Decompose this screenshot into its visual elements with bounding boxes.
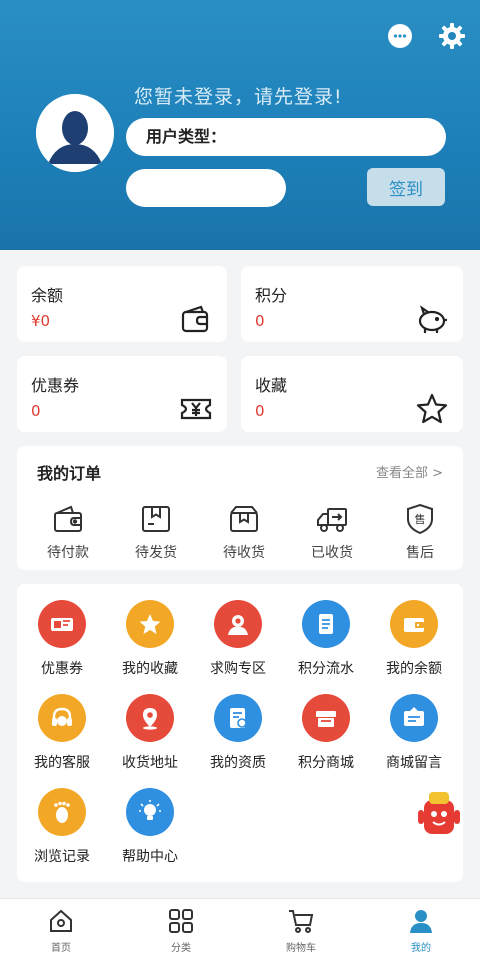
order-pending-shipment-label: 待发货 <box>135 545 177 561</box>
service-label: 商城留言 <box>386 755 442 771</box>
favorites-value: 0 <box>255 402 265 420</box>
service-label: 积分商城 <box>298 755 354 771</box>
points-card[interactable]: 积分 0 <box>241 266 463 342</box>
grid-icon <box>167 907 195 935</box>
service-my-balance[interactable]: 我的余额 <box>374 600 454 678</box>
coupon-icon <box>38 600 86 648</box>
ticket-icon <box>179 392 213 426</box>
wallet-icon <box>51 502 85 536</box>
avatar[interactable] <box>36 94 114 172</box>
truck-icon <box>315 502 349 536</box>
tab-cart[interactable]: 购物车 <box>261 907 341 954</box>
bulb-icon <box>126 788 174 836</box>
tab-label: 首页 <box>51 943 71 954</box>
order-after-sales[interactable]: 售 售后 <box>385 502 455 562</box>
balance-title: 余额 <box>31 286 64 305</box>
service-label: 我的余额 <box>386 661 442 677</box>
tab-home[interactable]: 首页 <box>21 907 101 954</box>
service-label: 帮助中心 <box>122 849 178 865</box>
service-qualifications[interactable]: 我的资质 <box>198 694 278 772</box>
open-box-icon <box>227 502 261 536</box>
tab-categories[interactable]: 分类 <box>141 907 221 954</box>
service-label: 我的资质 <box>210 755 266 771</box>
person-icon <box>214 600 262 648</box>
floating-mascot-icon[interactable] <box>416 788 462 840</box>
headset-icon <box>38 694 86 742</box>
service-label: 收货地址 <box>122 755 178 771</box>
wallet-icon <box>179 302 213 336</box>
coupon-value: 0 <box>31 402 41 420</box>
view-all-orders-link[interactable]: 查看全部 > <box>376 462 443 481</box>
service-label: 求购专区 <box>210 661 266 677</box>
service-coupons[interactable]: 优惠券 <box>22 600 102 678</box>
wallet-icon <box>390 600 438 648</box>
user-type-field: 用户类型： <box>126 118 446 156</box>
order-after-sales-label: 售后 <box>406 545 434 561</box>
orders-card: 我的订单 查看全部 > 待付款 待发货 待收货 已收货 售 售后 <box>17 446 463 570</box>
coupon-card[interactable]: 优惠券 0 <box>17 356 227 432</box>
tab-label: 我的 <box>411 943 431 954</box>
favorites-card[interactable]: 收藏 0 <box>241 356 463 432</box>
store-icon <box>302 694 350 742</box>
document-icon <box>214 694 262 742</box>
user-icon <box>407 907 435 935</box>
star-icon <box>415 392 449 426</box>
points-value: 0 <box>255 312 265 330</box>
service-label: 我的收藏 <box>122 661 178 677</box>
order-received[interactable]: 已收货 <box>297 502 367 562</box>
shield-icon: 售 <box>403 502 437 536</box>
piggy-bank-icon <box>415 302 449 336</box>
signin-button[interactable]: 签到 <box>367 168 445 206</box>
login-hint[interactable]: 您暂未登录，请先登录! <box>134 82 343 109</box>
service-help-center[interactable]: 帮助中心 <box>110 788 190 866</box>
tab-label: 分类 <box>171 943 191 954</box>
message-icon[interactable] <box>386 22 414 50</box>
order-received-label: 已收货 <box>311 545 353 561</box>
home-icon <box>47 907 75 935</box>
order-pending-shipment[interactable]: 待发货 <box>121 502 191 562</box>
box-icon <box>139 502 173 536</box>
bottom-tab-bar: 首页 分类 购物车 我的 <box>0 898 480 967</box>
cart-icon <box>287 907 315 935</box>
service-browse-history[interactable]: 浏览记录 <box>22 788 102 866</box>
balance-card[interactable]: 余额 ¥0 <box>17 266 227 342</box>
order-pending-payment[interactable]: 待付款 <box>33 502 103 562</box>
services-card: 优惠券 我的收藏 求购专区 积分流水 我的余额 我的客服 收货地址 我的资质 积… <box>17 584 463 882</box>
service-favorites[interactable]: 我的收藏 <box>110 600 190 678</box>
service-label: 浏览记录 <box>34 849 90 865</box>
service-label: 我的客服 <box>34 755 90 771</box>
order-pending-payment-label: 待付款 <box>47 545 89 561</box>
service-label: 优惠券 <box>41 661 83 677</box>
service-purchase-zone[interactable]: 求购专区 <box>198 600 278 678</box>
message-icon <box>390 694 438 742</box>
favorites-title: 收藏 <box>255 376 288 395</box>
coupon-title: 优惠券 <box>31 376 80 395</box>
service-points-mall[interactable]: 积分商城 <box>286 694 366 772</box>
location-icon <box>126 694 174 742</box>
points-title: 积分 <box>255 286 288 305</box>
service-label: 积分流水 <box>298 661 354 677</box>
service-mall-messages[interactable]: 商城留言 <box>374 694 454 772</box>
list-icon <box>302 600 350 648</box>
service-shipping-address[interactable]: 收货地址 <box>110 694 190 772</box>
gear-icon[interactable] <box>438 22 466 50</box>
balance-value: ¥0 <box>31 312 51 330</box>
order-pending-receipt-label: 待收货 <box>223 545 265 561</box>
service-points-history[interactable]: 积分流水 <box>286 600 366 678</box>
svg-text:售: 售 <box>415 512 426 526</box>
service-customer-support[interactable]: 我的客服 <box>22 694 102 772</box>
orders-title: 我的订单 <box>37 464 102 483</box>
profile-header: 您暂未登录，请先登录! 用户类型： 签到 <box>0 0 480 250</box>
username-pill <box>126 169 286 207</box>
footprint-icon <box>38 788 86 836</box>
order-pending-receipt[interactable]: 待收货 <box>209 502 279 562</box>
star-icon <box>126 600 174 648</box>
tab-mine[interactable]: 我的 <box>381 907 461 954</box>
tab-label: 购物车 <box>286 943 316 954</box>
